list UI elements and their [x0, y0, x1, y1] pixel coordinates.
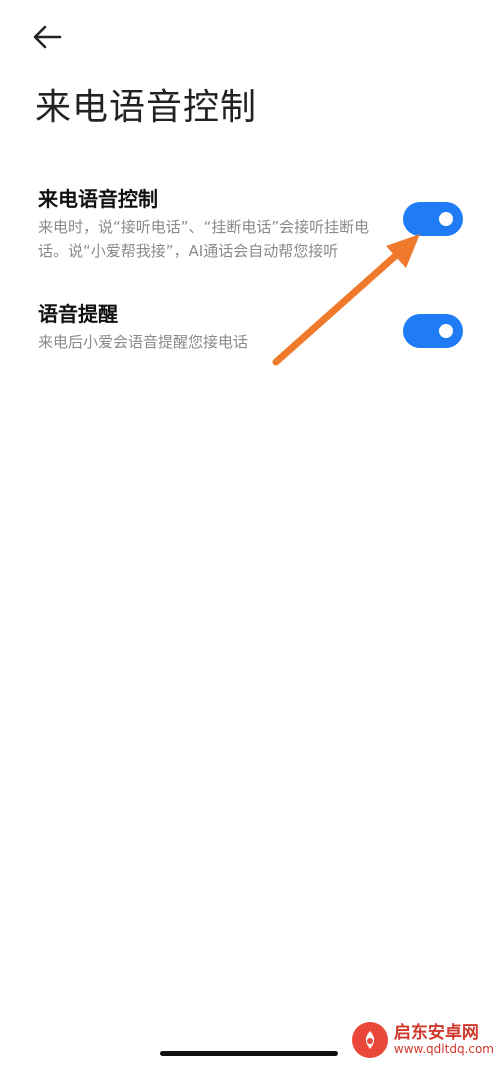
home-indicator[interactable]	[160, 1051, 338, 1056]
watermark-url: www.qdltdq.com	[393, 1041, 494, 1056]
watermark: 启东安卓网 www.qdltdq.com	[351, 1022, 494, 1058]
watermark-name: 启东安卓网	[393, 1023, 479, 1044]
watermark-logo-icon	[351, 1022, 388, 1058]
annotation-arrow-icon	[272, 234, 420, 366]
settings-screen: 来电语音控制 来电语音控制 来电时，说“接听电话”、“挂断电话”会接听挂断电话。…	[0, 0, 500, 1065]
